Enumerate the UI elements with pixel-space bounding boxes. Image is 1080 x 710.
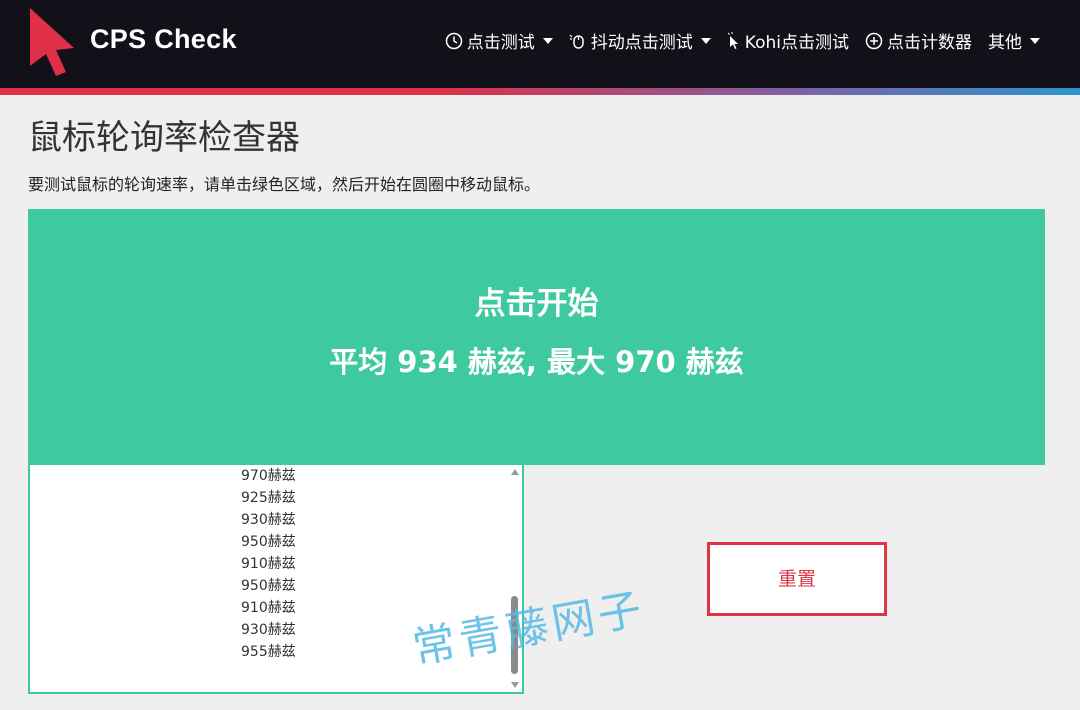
instructions-text: 要测试鼠标的轮询速率，请单击绿色区域，然后开始在圆圈中移动鼠标。 xyxy=(28,175,541,194)
nav-kohi-click-test[interactable]: Kohi点击测试 xyxy=(727,28,849,53)
nav-jitter-click-test-label: 抖动点击测试 xyxy=(590,33,693,53)
chevron-down-icon xyxy=(542,37,553,44)
log-item: 925赫兹 xyxy=(241,490,296,506)
top-navbar: CPS Check 点击测试 抖动点击测试 Kohi点击测试 点击计数器 其他 xyxy=(0,0,1080,88)
header-accent-bar xyxy=(0,88,1080,95)
nav-click-counter-label: 点击计数器 xyxy=(887,33,972,53)
scroll-up-arrow-icon[interactable] xyxy=(511,469,519,475)
jitter-click-icon xyxy=(569,34,584,49)
main-nav: 点击测试 抖动点击测试 Kohi点击测试 点击计数器 其他 xyxy=(429,28,1040,53)
nav-jitter-click-test[interactable]: 抖动点击测试 xyxy=(569,28,711,53)
reset-button[interactable]: 重置 xyxy=(707,542,887,616)
page-title: 鼠标轮询率检查器 xyxy=(28,118,300,158)
nav-other[interactable]: 其他 xyxy=(988,28,1040,53)
plus-circle-icon xyxy=(865,32,883,49)
log-item: 970赫兹 xyxy=(241,468,296,484)
log-item: 950赫兹 xyxy=(241,578,296,594)
nav-click-test[interactable]: 点击测试 xyxy=(445,28,553,53)
log-item: 950赫兹 xyxy=(241,534,296,550)
cursor-icon xyxy=(727,31,738,49)
logo-cursor-icon[interactable] xyxy=(26,6,78,78)
polling-rate-stats: 平均 934 赫兹, 最大 970 赫兹 xyxy=(329,345,744,379)
chevron-down-icon xyxy=(700,37,711,44)
nav-kohi-click-test-label: Kohi点击测试 xyxy=(744,33,849,53)
nav-click-counter[interactable]: 点击计数器 xyxy=(865,28,972,53)
log-item: 910赫兹 xyxy=(241,556,296,572)
brand-name[interactable]: CPS Check xyxy=(90,24,237,55)
click-to-start-label: 点击开始 xyxy=(474,286,599,322)
polling-test-area[interactable]: 点击开始 平均 934 赫兹, 最大 970 赫兹 xyxy=(28,209,1045,465)
clock-icon xyxy=(445,32,463,49)
scroll-down-arrow-icon[interactable] xyxy=(511,682,519,688)
nav-click-test-label: 点击测试 xyxy=(466,33,535,53)
chevron-down-icon xyxy=(1030,37,1040,44)
log-item: 930赫兹 xyxy=(241,512,296,528)
nav-other-label: 其他 xyxy=(988,33,1022,53)
